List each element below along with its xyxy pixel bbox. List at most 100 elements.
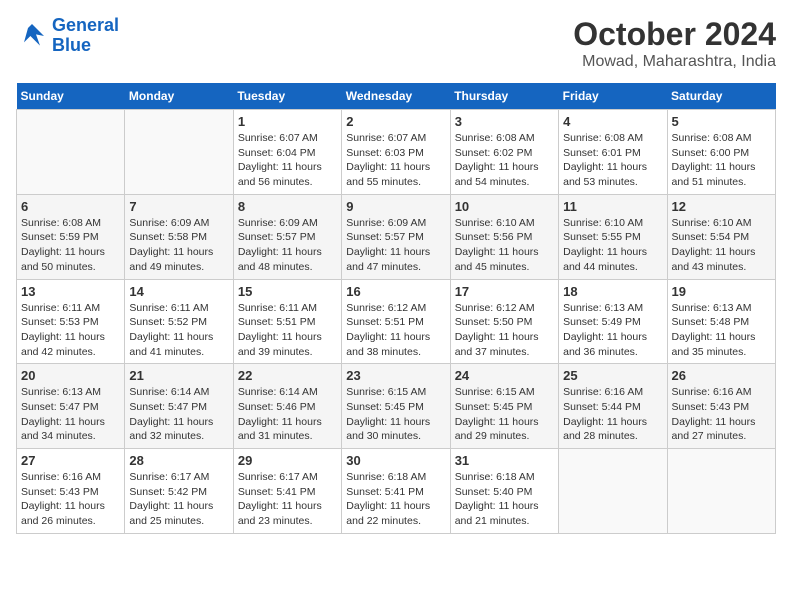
day-number: 2 xyxy=(346,114,445,129)
day-info: Sunrise: 6:08 AMSunset: 6:00 PMDaylight:… xyxy=(672,131,771,190)
day-info: Sunrise: 6:18 AMSunset: 5:40 PMDaylight:… xyxy=(455,470,554,529)
day-info: Sunrise: 6:09 AMSunset: 5:57 PMDaylight:… xyxy=(238,216,337,275)
day-number: 8 xyxy=(238,199,337,214)
day-cell xyxy=(17,110,125,195)
logo-icon xyxy=(16,20,48,52)
day-info: Sunrise: 6:17 AMSunset: 5:42 PMDaylight:… xyxy=(129,470,228,529)
day-info: Sunrise: 6:11 AMSunset: 5:53 PMDaylight:… xyxy=(21,301,120,360)
day-info: Sunrise: 6:15 AMSunset: 5:45 PMDaylight:… xyxy=(346,385,445,444)
day-cell: 13 Sunrise: 6:11 AMSunset: 5:53 PMDayligh… xyxy=(17,279,125,364)
day-info: Sunrise: 6:11 AMSunset: 5:52 PMDaylight:… xyxy=(129,301,228,360)
title-block: October 2024 Mowad, Maharashtra, India xyxy=(573,16,776,71)
day-info: Sunrise: 6:17 AMSunset: 5:41 PMDaylight:… xyxy=(238,470,337,529)
week-row-5: 27 Sunrise: 6:16 AMSunset: 5:43 PMDayligh… xyxy=(17,449,776,534)
day-cell: 26Sunrise: 6:16 AMSunset: 5:43 PMDayligh… xyxy=(667,364,775,449)
calendar-header-row: SundayMondayTuesdayWednesdayThursdayFrid… xyxy=(17,83,776,110)
header-saturday: Saturday xyxy=(667,83,775,110)
day-info: Sunrise: 6:09 AMSunset: 5:58 PMDaylight:… xyxy=(129,216,228,275)
day-cell: 27 Sunrise: 6:16 AMSunset: 5:43 PMDayligh… xyxy=(17,449,125,534)
day-info: Sunrise: 6:16 AMSunset: 5:43 PMDaylight:… xyxy=(21,470,120,529)
day-cell: 1 Sunrise: 6:07 AMSunset: 6:04 PMDaylight… xyxy=(233,110,341,195)
day-info: Sunrise: 6:08 AMSunset: 5:59 PMDaylight:… xyxy=(21,216,120,275)
day-info: Sunrise: 6:11 AMSunset: 5:51 PMDaylight:… xyxy=(238,301,337,360)
day-info: Sunrise: 6:08 AMSunset: 6:02 PMDaylight:… xyxy=(455,131,554,190)
day-number: 22 xyxy=(238,368,337,383)
day-number: 13 xyxy=(21,284,120,299)
day-cell: 18 Sunrise: 6:13 AMSunset: 5:49 PMDayligh… xyxy=(559,279,667,364)
day-number: 28 xyxy=(129,453,228,468)
day-number: 17 xyxy=(455,284,554,299)
day-cell xyxy=(125,110,233,195)
day-cell xyxy=(667,449,775,534)
day-number: 12 xyxy=(672,199,771,214)
day-cell: 17 Sunrise: 6:12 AMSunset: 5:50 PMDayligh… xyxy=(450,279,558,364)
day-number: 30 xyxy=(346,453,445,468)
day-info: Sunrise: 6:07 AMSunset: 6:03 PMDaylight:… xyxy=(346,131,445,190)
day-cell: 29Sunrise: 6:17 AMSunset: 5:41 PMDayligh… xyxy=(233,449,341,534)
day-cell: 25 Sunrise: 6:16 AMSunset: 5:44 PMDayligh… xyxy=(559,364,667,449)
day-cell: 6 Sunrise: 6:08 AMSunset: 5:59 PMDaylight… xyxy=(17,194,125,279)
day-number: 15 xyxy=(238,284,337,299)
month-title: October 2024 xyxy=(573,16,776,53)
logo-line2: Blue xyxy=(52,35,91,55)
day-number: 5 xyxy=(672,114,771,129)
day-number: 3 xyxy=(455,114,554,129)
day-number: 9 xyxy=(346,199,445,214)
day-number: 14 xyxy=(129,284,228,299)
day-cell: 15 Sunrise: 6:11 AMSunset: 5:51 PMDayligh… xyxy=(233,279,341,364)
header-sunday: Sunday xyxy=(17,83,125,110)
day-number: 25 xyxy=(563,368,662,383)
header-tuesday: Tuesday xyxy=(233,83,341,110)
day-number: 11 xyxy=(563,199,662,214)
header-wednesday: Wednesday xyxy=(342,83,450,110)
day-cell xyxy=(559,449,667,534)
day-number: 4 xyxy=(563,114,662,129)
day-info: Sunrise: 6:12 AMSunset: 5:51 PMDaylight:… xyxy=(346,301,445,360)
day-cell: 23 Sunrise: 6:15 AMSunset: 5:45 PMDayligh… xyxy=(342,364,450,449)
day-info: Sunrise: 6:13 AMSunset: 5:49 PMDaylight:… xyxy=(563,301,662,360)
day-cell: 20Sunrise: 6:13 AMSunset: 5:47 PMDayligh… xyxy=(17,364,125,449)
day-info: Sunrise: 6:09 AMSunset: 5:57 PMDaylight:… xyxy=(346,216,445,275)
day-info: Sunrise: 6:15 AMSunset: 5:45 PMDaylight:… xyxy=(455,385,554,444)
day-cell: 16Sunrise: 6:12 AMSunset: 5:51 PMDayligh… xyxy=(342,279,450,364)
day-cell: 5 Sunrise: 6:08 AMSunset: 6:00 PMDaylight… xyxy=(667,110,775,195)
day-number: 24 xyxy=(455,368,554,383)
day-info: Sunrise: 6:14 AMSunset: 5:47 PMDaylight:… xyxy=(129,385,228,444)
day-cell: 11 Sunrise: 6:10 AMSunset: 5:55 PMDayligh… xyxy=(559,194,667,279)
day-info: Sunrise: 6:07 AMSunset: 6:04 PMDaylight:… xyxy=(238,131,337,190)
day-number: 6 xyxy=(21,199,120,214)
day-number: 7 xyxy=(129,199,228,214)
day-number: 21 xyxy=(129,368,228,383)
day-number: 26 xyxy=(672,368,771,383)
day-info: Sunrise: 6:10 AMSunset: 5:55 PMDaylight:… xyxy=(563,216,662,275)
day-cell: 4 Sunrise: 6:08 AMSunset: 6:01 PMDaylight… xyxy=(559,110,667,195)
day-info: Sunrise: 6:16 AMSunset: 5:44 PMDaylight:… xyxy=(563,385,662,444)
day-number: 18 xyxy=(563,284,662,299)
logo: General Blue xyxy=(16,16,119,56)
day-number: 31 xyxy=(455,453,554,468)
day-cell: 7 Sunrise: 6:09 AMSunset: 5:58 PMDaylight… xyxy=(125,194,233,279)
day-info: Sunrise: 6:08 AMSunset: 6:01 PMDaylight:… xyxy=(563,131,662,190)
day-number: 23 xyxy=(346,368,445,383)
day-cell: 21 Sunrise: 6:14 AMSunset: 5:47 PMDayligh… xyxy=(125,364,233,449)
logo-text: General Blue xyxy=(52,16,119,56)
day-number: 27 xyxy=(21,453,120,468)
location-title: Mowad, Maharashtra, India xyxy=(573,53,776,71)
day-info: Sunrise: 6:13 AMSunset: 5:48 PMDaylight:… xyxy=(672,301,771,360)
day-info: Sunrise: 6:10 AMSunset: 5:56 PMDaylight:… xyxy=(455,216,554,275)
logo-line1: General xyxy=(52,15,119,35)
day-cell: 3 Sunrise: 6:08 AMSunset: 6:02 PMDaylight… xyxy=(450,110,558,195)
day-cell: 31 Sunrise: 6:18 AMSunset: 5:40 PMDayligh… xyxy=(450,449,558,534)
day-cell: 9 Sunrise: 6:09 AMSunset: 5:57 PMDaylight… xyxy=(342,194,450,279)
page-header: General Blue October 2024 Mowad, Maharas… xyxy=(16,16,776,71)
week-row-2: 6 Sunrise: 6:08 AMSunset: 5:59 PMDaylight… xyxy=(17,194,776,279)
day-number: 1 xyxy=(238,114,337,129)
header-friday: Friday xyxy=(559,83,667,110)
day-cell: 22 Sunrise: 6:14 AMSunset: 5:46 PMDayligh… xyxy=(233,364,341,449)
day-info: Sunrise: 6:12 AMSunset: 5:50 PMDaylight:… xyxy=(455,301,554,360)
day-info: Sunrise: 6:14 AMSunset: 5:46 PMDaylight:… xyxy=(238,385,337,444)
day-cell: 8 Sunrise: 6:09 AMSunset: 5:57 PMDaylight… xyxy=(233,194,341,279)
header-monday: Monday xyxy=(125,83,233,110)
calendar-table: SundayMondayTuesdayWednesdayThursdayFrid… xyxy=(16,83,776,534)
day-cell: 19Sunrise: 6:13 AMSunset: 5:48 PMDayligh… xyxy=(667,279,775,364)
